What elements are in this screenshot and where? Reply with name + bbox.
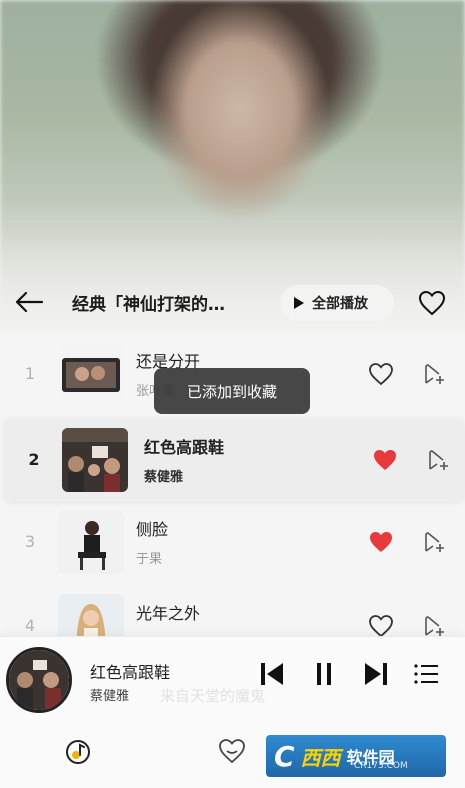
watermark-url: CR173.COM <box>354 761 408 771</box>
previous-track-icon[interactable] <box>258 659 286 689</box>
song-title: 红色高跟鞋 <box>144 438 225 457</box>
back-arrow-icon <box>15 291 44 313</box>
song-artist: 于果 <box>136 552 163 567</box>
song-title: 光年之外 <box>136 604 201 623</box>
toast-message: 已添加到收藏 <box>154 368 310 414</box>
song-index: 1 <box>24 364 36 383</box>
back-button[interactable] <box>12 288 46 316</box>
favorites-tab-icon[interactable] <box>218 738 246 764</box>
play-all-button[interactable]: 全部播放 <box>280 285 394 321</box>
playlist-header: 经典「神仙打架的… 全部播放 <box>0 282 465 322</box>
add-to-playlist-icon[interactable] <box>422 614 446 638</box>
song-thumbnail <box>58 342 124 406</box>
add-to-playlist-icon[interactable] <box>422 362 446 386</box>
song-row[interactable]: 3 侧脸 于果 <box>0 500 465 584</box>
next-track-icon[interactable] <box>362 659 390 689</box>
mini-player[interactable]: 红色高跟鞋 蔡健雅 来自天堂的魔鬼 <box>0 636 465 722</box>
play-icon <box>294 297 304 309</box>
song-index: 2 <box>28 450 40 469</box>
song-artist: 蔡健雅 <box>144 470 184 485</box>
music-tab-icon[interactable] <box>64 738 92 766</box>
song-title: 侧脸 <box>136 520 169 539</box>
play-all-label: 全部播放 <box>312 296 368 312</box>
playlist-queue-icon[interactable] <box>412 659 440 689</box>
add-to-playlist-icon[interactable] <box>426 448 450 472</box>
site-watermark: C 西西 软件园 CR173.COM <box>266 735 446 777</box>
like-heart-icon[interactable] <box>368 362 394 386</box>
song-row-now-playing[interactable]: 2 红色高跟鞋 蔡健雅 <box>4 418 464 502</box>
song-index: 4 <box>24 616 36 635</box>
watermark-logo-icon: C <box>274 739 295 773</box>
like-heart-icon[interactable] <box>368 614 394 638</box>
playlist-title: 经典「神仙打架的… <box>72 295 225 315</box>
hidden-row-text: 来自天堂的魔鬼 <box>160 687 266 705</box>
song-thumbnail <box>58 510 124 574</box>
song-thumbnail <box>62 428 128 492</box>
now-playing-title: 红色高跟鞋 <box>90 663 171 682</box>
pause-icon[interactable] <box>310 659 338 689</box>
watermark-brand: 西西 <box>300 745 341 770</box>
favorite-playlist-icon[interactable] <box>418 290 446 316</box>
now-playing-artist: 蔡健雅 <box>90 689 130 704</box>
liked-heart-icon[interactable] <box>368 530 394 554</box>
liked-heart-icon[interactable] <box>372 448 398 472</box>
add-to-playlist-icon[interactable] <box>422 530 446 554</box>
now-playing-disc[interactable] <box>6 647 72 713</box>
song-index: 3 <box>24 532 36 551</box>
